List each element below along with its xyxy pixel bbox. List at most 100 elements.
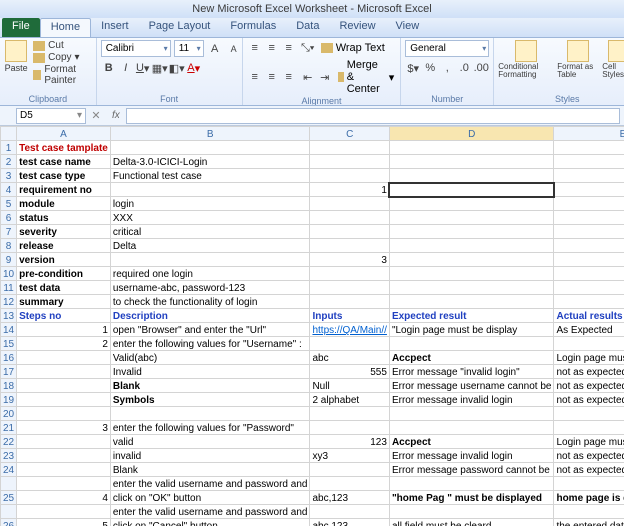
cell-C[interactable] [310,477,389,491]
cell-C13[interactable]: Inputs [310,309,389,323]
col-header-D[interactable]: D [389,127,554,141]
align-right-icon[interactable]: ≡ [281,69,297,85]
underline-button[interactable]: U▾ [135,60,151,76]
cell-E22[interactable]: Login page must be displayed [554,435,624,449]
cell-E11[interactable] [554,281,624,295]
cell-A[interactable] [17,477,111,491]
align-bottom-icon[interactable]: ≡ [281,40,297,56]
row-header[interactable]: 4 [1,183,17,197]
cell-C20[interactable] [310,407,389,421]
row-header[interactable]: 25 [1,491,17,505]
cell-A11[interactable]: test data [17,281,111,295]
bold-button[interactable]: B [101,60,117,76]
cell-B4[interactable] [110,183,310,197]
cell-D4[interactable] [389,183,554,197]
row-header[interactable]: 5 [1,197,17,211]
cell-E10[interactable] [554,267,624,281]
tab-view[interactable]: View [386,18,430,37]
formula-bar[interactable] [126,108,620,124]
cell-A5[interactable]: module [17,197,111,211]
fx-icon[interactable]: fx [112,110,120,121]
cell-C15[interactable] [310,337,389,351]
grow-font-icon[interactable]: A [207,41,223,57]
cell-D15[interactable] [389,337,554,351]
cell-B[interactable]: enter the valid username and password an… [110,505,310,519]
cell-A8[interactable]: release [17,239,111,253]
cell-A1[interactable]: Test case tamplate [17,141,111,155]
row-header[interactable]: 18 [1,379,17,393]
cell-E[interactable] [554,477,624,491]
row-header[interactable]: 9 [1,253,17,267]
cell-A25[interactable]: 4 [17,491,111,505]
cell-D6[interactable] [389,211,554,225]
row-header[interactable]: 14 [1,323,17,337]
name-box[interactable]: D5▾ [16,108,86,124]
cell-B6[interactable]: XXX [110,211,310,225]
cell-D24[interactable]: Error message password cannot be [389,463,554,477]
cell-B17[interactable]: Invalid [110,365,310,379]
cell-A17[interactable] [17,365,111,379]
cell-A4[interactable]: requirement no [17,183,111,197]
cell-D22[interactable]: Accpect [389,435,554,449]
tab-home[interactable]: Home [40,18,91,37]
tab-formulas[interactable]: Formulas [220,18,286,37]
cell-E20[interactable] [554,407,624,421]
row-header[interactable]: 12 [1,295,17,309]
cell-D5[interactable] [389,197,554,211]
cell-A2[interactable]: test case name [17,155,111,169]
row-header[interactable] [1,505,17,519]
align-left-icon[interactable]: ≡ [247,69,263,85]
cell-E4[interactable] [554,183,624,197]
border-button[interactable]: ▦▾ [152,60,168,76]
cell-C18[interactable]: Null [310,379,389,393]
cell-A14[interactable]: 1 [17,323,111,337]
cell-C9[interactable]: 3 [310,253,389,267]
align-center-icon[interactable]: ≡ [264,69,280,85]
cell-E9[interactable] [554,253,624,267]
cell-A18[interactable] [17,379,111,393]
cell-D14[interactable]: "Login page must be display [389,323,554,337]
fill-color-button[interactable]: ◧▾ [169,60,185,76]
cell-E5[interactable] [554,197,624,211]
cell-D16[interactable]: Accpect [389,351,554,365]
align-top-icon[interactable]: ≡ [247,40,263,56]
font-color-button[interactable]: A▾ [186,60,202,76]
cell-A22[interactable] [17,435,111,449]
cell-B26[interactable]: click on "Cancel" button [110,519,310,526]
cell-A19[interactable] [17,393,111,407]
cell-E7[interactable] [554,225,624,239]
cell-C24[interactable] [310,463,389,477]
cell-A21[interactable]: 3 [17,421,111,435]
cell-A[interactable] [17,505,111,519]
cell-B16[interactable]: Valid(abc) [110,351,310,365]
cell-E12[interactable] [554,295,624,309]
cell-E23[interactable]: not as expected [554,449,624,463]
row-header[interactable]: 20 [1,407,17,421]
cell-C22[interactable]: 123 [310,435,389,449]
row-header[interactable]: 17 [1,365,17,379]
cell-B20[interactable] [110,407,310,421]
percent-icon[interactable]: % [422,60,438,76]
cell-E18[interactable]: not as expected [554,379,624,393]
cell-A7[interactable]: severity [17,225,111,239]
col-header-E[interactable]: E [554,127,624,141]
row-header[interactable]: 26 [1,519,17,526]
cell-B7[interactable]: critical [110,225,310,239]
cell-E21[interactable] [554,421,624,435]
row-header[interactable]: 7 [1,225,17,239]
cell-B19[interactable]: Symbols [110,393,310,407]
shrink-font-icon[interactable]: A [226,41,242,57]
cell-E2[interactable] [554,155,624,169]
cell-C2[interactable] [310,155,389,169]
cell-E26[interactable]: the entered data is cleared [554,519,624,526]
format-painter-button[interactable]: Format Painter [31,64,92,86]
cell-B8[interactable]: Delta [110,239,310,253]
cell-A9[interactable]: version [17,253,111,267]
wrap-text-button[interactable]: Wrap Text [319,42,387,54]
cell-C17[interactable]: 555 [310,365,389,379]
row-header[interactable]: 2 [1,155,17,169]
copy-button[interactable]: Copy ▾ [31,52,92,63]
cell-E24[interactable]: not as expected [554,463,624,477]
cell-C7[interactable] [310,225,389,239]
cell-A23[interactable] [17,449,111,463]
